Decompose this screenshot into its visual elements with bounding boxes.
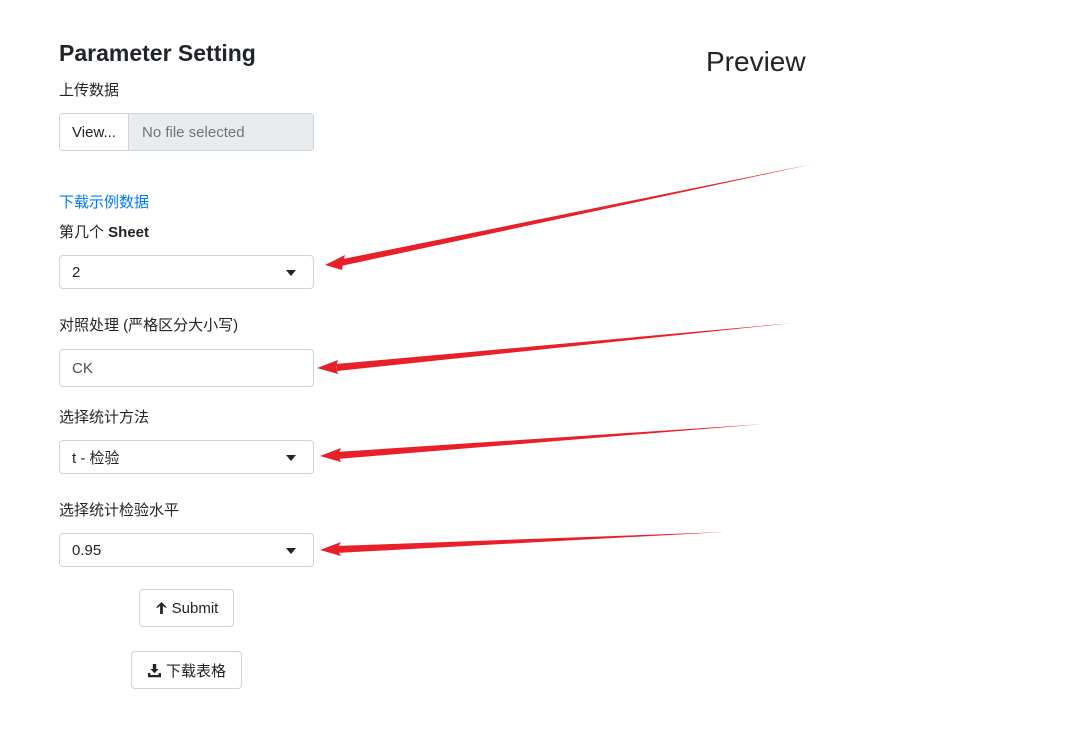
annotation-arrow — [325, 164, 813, 270]
sheet-select[interactable]: 2 — [59, 255, 314, 289]
panel-title: Parameter Setting — [59, 40, 256, 66]
caret-down-icon — [286, 455, 296, 461]
annotation-arrow — [317, 323, 793, 374]
method-label: 选择统计方法 — [59, 409, 150, 426]
annotation-arrow — [320, 532, 725, 556]
caret-down-icon — [286, 270, 296, 276]
sheet-label-prefix: 第几个 — [59, 224, 109, 241]
sheet-label-bold: Sheet — [108, 224, 150, 241]
caret-down-icon — [286, 548, 296, 554]
method-select-value: t - 检验 — [72, 449, 120, 467]
submit-button[interactable]: Submit — [139, 589, 234, 627]
annotation-arrow — [320, 424, 764, 462]
control-label: 对照处理 (严格区分大小写) — [59, 317, 239, 334]
control-input[interactable] — [59, 349, 314, 387]
level-select-value: 0.95 — [72, 541, 102, 559]
preview-title: Preview — [706, 46, 806, 77]
file-upload-input[interactable]: View... No file selected — [59, 113, 314, 151]
method-select[interactable]: t - 检验 — [59, 440, 314, 474]
download-table-button[interactable]: 下载表格 — [131, 651, 242, 689]
file-placeholder: No file selected — [129, 114, 313, 150]
submit-label: Submit — [171, 599, 219, 617]
sheet-label: 第几个 Sheet — [59, 221, 149, 242]
level-select[interactable]: 0.95 — [59, 533, 314, 567]
level-label: 选择统计检验水平 — [59, 502, 180, 519]
sheet-select-value: 2 — [72, 263, 81, 281]
browse-button[interactable]: View... — [60, 114, 129, 150]
arrow-up-icon — [155, 602, 167, 614]
upload-label: 上传数据 — [59, 82, 120, 99]
download-table-label: 下载表格 — [165, 662, 226, 680]
download-icon — [147, 663, 161, 677]
download-example-link[interactable]: 下载示例数据 — [59, 191, 149, 212]
